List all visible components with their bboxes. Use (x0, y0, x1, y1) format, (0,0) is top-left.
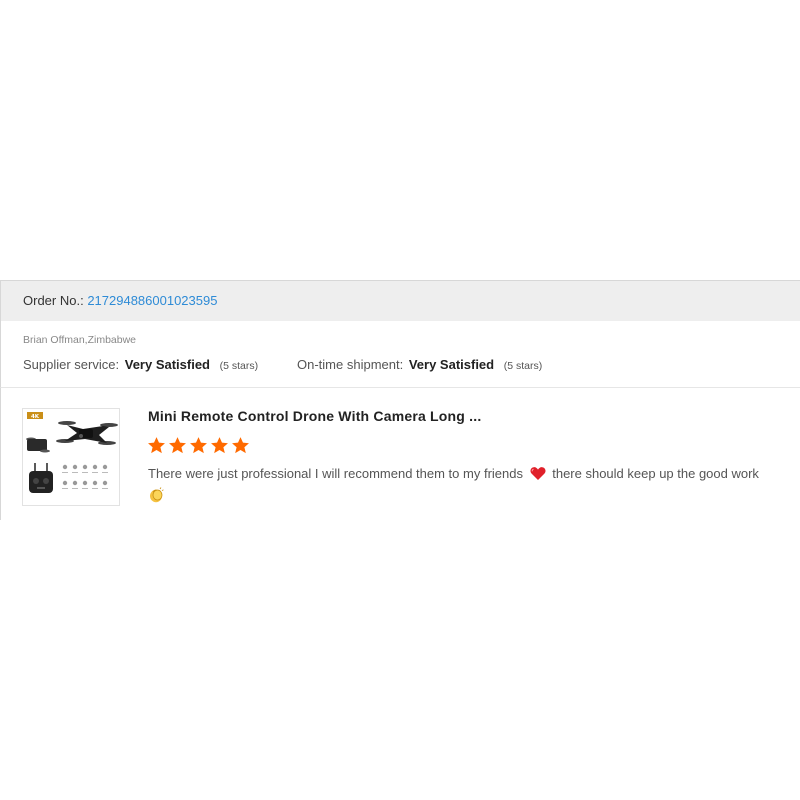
product-title-link[interactable]: Mini Remote Control Drone With Camera Lo… (148, 408, 481, 424)
order-number-link[interactable]: 217294886001023595 (87, 293, 217, 308)
product-star-rating (147, 436, 250, 456)
order-label-text: Order No.: (23, 293, 84, 308)
ontime-shipment-stars: (5 stars) (503, 360, 543, 372)
product-review-row: 4K Mini Remote Control Drone With Camera… (0, 388, 800, 520)
supplier-service-stars: (5 stars) (219, 360, 259, 372)
star-icon (169, 437, 186, 454)
product-thumbnail[interactable]: 4K (22, 408, 120, 506)
review-text-part1: There were just professional I will reco… (148, 466, 523, 481)
star-icon (232, 437, 249, 454)
supplier-service-value: Very Satisfied (124, 357, 211, 372)
heart-icon (530, 466, 546, 486)
clapping-hands-icon (148, 487, 164, 508)
ontime-shipment-label: On-time shipment: (297, 357, 404, 372)
star-icon (211, 437, 228, 454)
ontime-shipment-value: Very Satisfied (408, 357, 495, 372)
review-text: There were just professional I will reco… (148, 464, 788, 508)
order-label: Order No.: 217294886001023595 (23, 293, 217, 308)
ontime-shipment-rating: On-time shipment: Very Satisfied (5 star… (297, 357, 542, 372)
review-text-part2: there should keep up the good work (552, 466, 759, 481)
star-icon (190, 437, 207, 454)
order-header: Order No.: 217294886001023595 (0, 280, 800, 321)
review-card: Order No.: 217294886001023595 Brian Offm… (0, 280, 800, 520)
star-icon (148, 437, 165, 454)
buyer-name-country: Brian Offman,Zimbabwe (23, 334, 137, 346)
drone-product-image: 4K (23, 409, 119, 505)
review-meta: Brian Offman,Zimbabwe Supplier service: … (0, 321, 800, 388)
supplier-service-label: Supplier service: (23, 357, 120, 372)
supplier-service-rating: Supplier service: Very Satisfied (5 star… (23, 357, 258, 372)
thumbnail-badge: 4K (31, 414, 40, 420)
